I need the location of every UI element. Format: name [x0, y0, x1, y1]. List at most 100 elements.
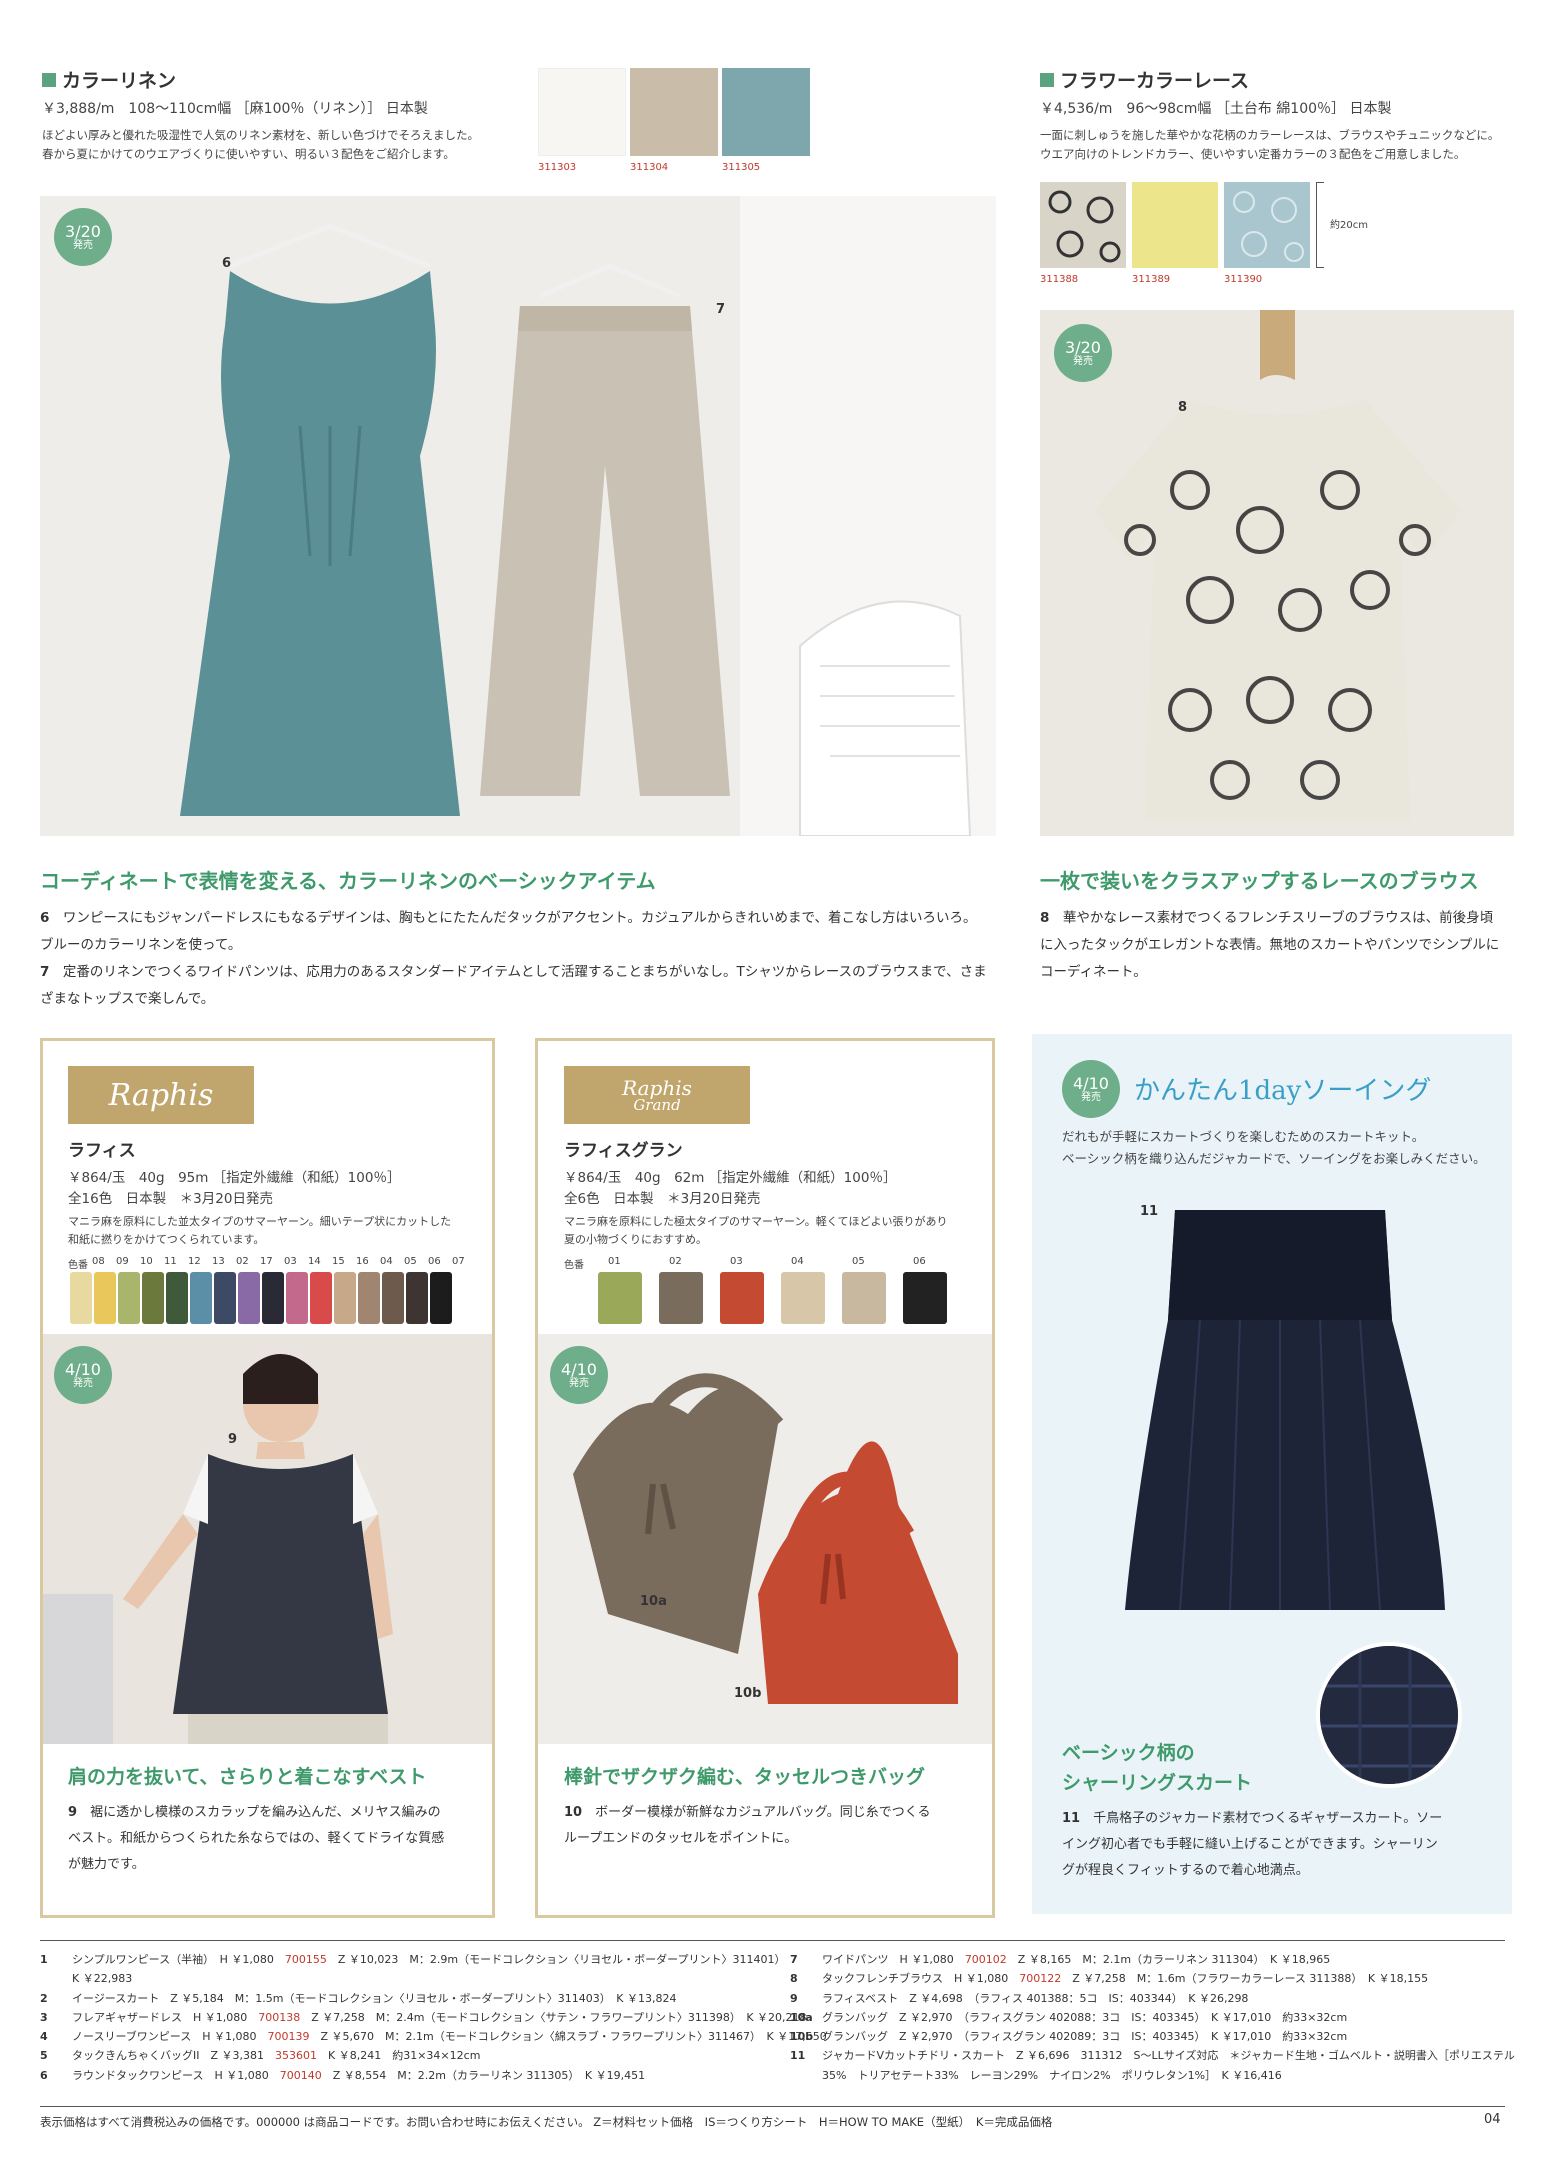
footer-item-text-b: Z ￥8,165 M：2.1m（カラーリネン 311304） K ￥18,965	[1006, 1953, 1331, 1966]
footer-item-text: タックフレンチブラウス H ￥1,080 700122 Z ￥7,258 M：1…	[822, 1969, 1428, 1988]
badge-sub: 発売	[73, 1378, 93, 1390]
yarn-color-swatch	[598, 1272, 642, 1324]
linen-section-title: カラーリネン	[42, 66, 176, 93]
footer-item-number: 6	[40, 2068, 48, 2082]
footer-item-text-a: タックきんちゃくバッグII Z ￥3,381	[72, 2049, 276, 2063]
sewing-body: 11 千鳥格子のジャカード素材でつくるギャザースカート。ソー イング初心者でも手…	[1062, 1806, 1502, 1884]
linen-swatch-beige	[630, 68, 718, 156]
swatch-code: 311388	[1040, 274, 1079, 285]
grand-desc-1: マニラ麻を原料にした極太タイプのサマーヤーン。軽くてほどよい張りがあり	[564, 1215, 948, 1228]
footer-item-text: ラウンドタックワンピース H ￥1,080 700140 Z ￥8,554 M：…	[72, 2066, 645, 2085]
product-code: 353601	[275, 2049, 318, 2063]
yarn-color-swatch	[214, 1272, 236, 1324]
lace-swatch-yellow	[1132, 182, 1218, 268]
color-number: 04	[791, 1256, 804, 1267]
item-num: 7	[40, 964, 50, 980]
badge-date: 4/10	[1073, 1073, 1109, 1093]
footer-item-text: グランバッグ Z ￥2,970 （ラフィスグラン 402089：3コ IS：40…	[822, 2027, 1347, 2046]
linen-title-text: カラーリネン	[62, 70, 177, 92]
square-bullet-icon	[1040, 72, 1054, 87]
bags-illustration	[538, 1334, 992, 1744]
footer-item-list-right: 7 ワイドパンツ H ￥1,080 700102 Z ￥8,165 M：2.1m（…	[790, 1950, 1515, 2085]
footer-item-number: 2	[40, 1991, 48, 2005]
lace-pattern-icon	[1233, 191, 1304, 262]
footer-item-row: 4 ノースリーブワンピース H ￥1,080 700139 Z ￥5,670 M：…	[40, 2027, 827, 2046]
color-number: 14	[308, 1256, 321, 1267]
yarn-color-swatch	[166, 1272, 188, 1324]
item-num: 11	[1062, 1811, 1081, 1826]
footer-item-text-a: ラウンドタックワンピース H ￥1,080	[72, 2068, 280, 2082]
color-number: 10	[140, 1256, 153, 1267]
p11-text-a: 千鳥格子のジャカード素材でつくるギャザースカート。ソー	[1093, 1811, 1443, 1826]
footer-item-number: 5	[40, 2049, 48, 2063]
footer-item-text-a: K ￥22,983	[72, 1972, 133, 1986]
yarn-color-swatch	[94, 1272, 116, 1324]
release-badge: 3/20 発売	[1054, 324, 1112, 382]
footer-item-row: 9 ラフィスベスト Z ￥4,698 （ラフィス 401388：5コ IS：403…	[790, 1989, 1510, 2008]
item-num: 6	[40, 910, 50, 926]
grand-spec-1: ￥864/玉 40g 62m ［指定外繊維（和紙）100％］	[564, 1170, 897, 1186]
badge-sub: 発売	[1081, 1092, 1101, 1104]
yarn-color-swatch	[70, 1272, 92, 1324]
linen-photo-illustration	[40, 196, 996, 836]
badge-date: 3/20	[1065, 337, 1101, 357]
grand-spec-2: 全6色 日本製 ＊3月20日発売	[564, 1191, 761, 1207]
raphis-photo	[43, 1334, 492, 1744]
release-badge: 4/10 発売	[54, 1346, 112, 1404]
product-code: 700155	[284, 1953, 327, 1966]
footer-item-text-a: グランバッグ Z ￥2,970 （ラフィスグラン 402088：3コ IS：40…	[822, 2010, 1348, 2024]
skirt-detail-circle	[1316, 1642, 1462, 1788]
lace-photo	[1040, 310, 1514, 836]
footer-item-number: 10b	[790, 2030, 814, 2043]
color-number: 04	[380, 1256, 393, 1267]
lace-pattern-icon	[1048, 190, 1121, 263]
footer-item-row: 3 フレアギャザードレス H ￥1,080 700138 Z ￥7,258 M：2…	[40, 2008, 807, 2027]
grand-logo-line2: Grand	[633, 1095, 681, 1114]
yarn-color-swatch	[430, 1272, 452, 1324]
yarn-color-swatch	[262, 1272, 284, 1324]
p10-text-b: ループエンドのタッセルをポイントに。	[564, 1831, 798, 1846]
product-code: 700122	[1019, 1972, 1062, 1986]
product-code: 700140	[279, 2068, 322, 2082]
footer-item-text: タックきんちゃくバッグII Z ￥3,381 353601 K ￥8,241 約…	[72, 2046, 480, 2065]
color-number: 06	[428, 1256, 441, 1267]
swatch-code: 311305	[722, 162, 761, 173]
grand-logo: Raphis Grand	[564, 1066, 750, 1124]
footer-item-text-a: ラフィスベスト Z ￥4,698 （ラフィス 401388：5コ IS：4033…	[822, 1991, 1249, 2005]
color-number: 03	[284, 1256, 297, 1267]
p9-text-b: ベスト。和紙からつくられた糸ならではの、軽くてドライな質感	[68, 1831, 445, 1846]
color-number: 16	[356, 1256, 369, 1267]
item-label-8: 8	[1178, 400, 1188, 415]
color-label: 色番	[564, 1260, 584, 1271]
item-num: 10	[564, 1805, 583, 1820]
footer-item-number: 1	[40, 1953, 48, 1966]
product-code: 700138	[258, 2010, 301, 2024]
footer-item-text: ジャカードVカットチドリ・スカート Z ￥6,696 311312 S～LLサイ…	[822, 2046, 1515, 2065]
legend: 表示価格はすべて消費税込みの価格です。000000 は商品コードです。お問い合わ…	[40, 2115, 1053, 2129]
lace-desc-1: 一面に刺しゅうを施した華やかな花柄のカラーレースは、ブラウスやチュニックなどに。	[1040, 128, 1500, 142]
square-bullet-icon	[42, 72, 56, 87]
lace-desc-2: ウエア向けのトレンドカラー、使いやすい定番カラーの３配色をご用意しました。	[1040, 147, 1466, 161]
size-note: 約20cm	[1330, 220, 1368, 231]
lace-section-title: フラワーカラーレース	[1040, 66, 1249, 93]
item-label-7: 7	[716, 302, 726, 317]
yarn-color-swatch	[382, 1272, 404, 1324]
color-number: 02	[669, 1256, 682, 1267]
p8-text-a: 華やかなレース素材でつくるフレンチスリーブのブラウスは、前後身頃	[1062, 910, 1494, 926]
raphis-name: ラフィス	[68, 1141, 136, 1161]
p11-text-b: イング初心者でも手軽に縫い上げることができます。シャーリン	[1062, 1837, 1438, 1852]
raphis-desc-2: 和紙に撚りをかけてつくられています。	[68, 1233, 265, 1246]
footer-item-text-b: K ￥8,241 約31×34×12cm	[317, 2049, 481, 2063]
grand-logo-line1: Raphis	[622, 1075, 692, 1100]
product-code: 700139	[267, 2030, 310, 2043]
lace-title-text: フラワーカラーレース	[1060, 70, 1250, 92]
raphis-body: 9 裾に透かし模様のスカラップを編み込んだ、メリヤス編みの ベスト。和紙からつく…	[68, 1800, 478, 1878]
footer-item-text-b: Z ￥8,554 M：2.2m（カラーリネン 311305） K ￥19,451	[321, 2068, 646, 2082]
raphis-spec-1: ￥864/玉 40g 95m ［指定外繊維（和紙）100％］	[68, 1170, 401, 1186]
linen-swatch-white	[538, 68, 626, 156]
yarn-color-swatch	[190, 1272, 212, 1324]
yarn-color-swatch	[334, 1272, 356, 1324]
footer-item-number: 11	[790, 2049, 806, 2063]
footer-item-number: 3	[40, 2010, 48, 2024]
lace-body: 8 華やかなレース素材でつくるフレンチスリーブのブラウスは、前後身頃 に入ったタ…	[1040, 905, 1510, 986]
